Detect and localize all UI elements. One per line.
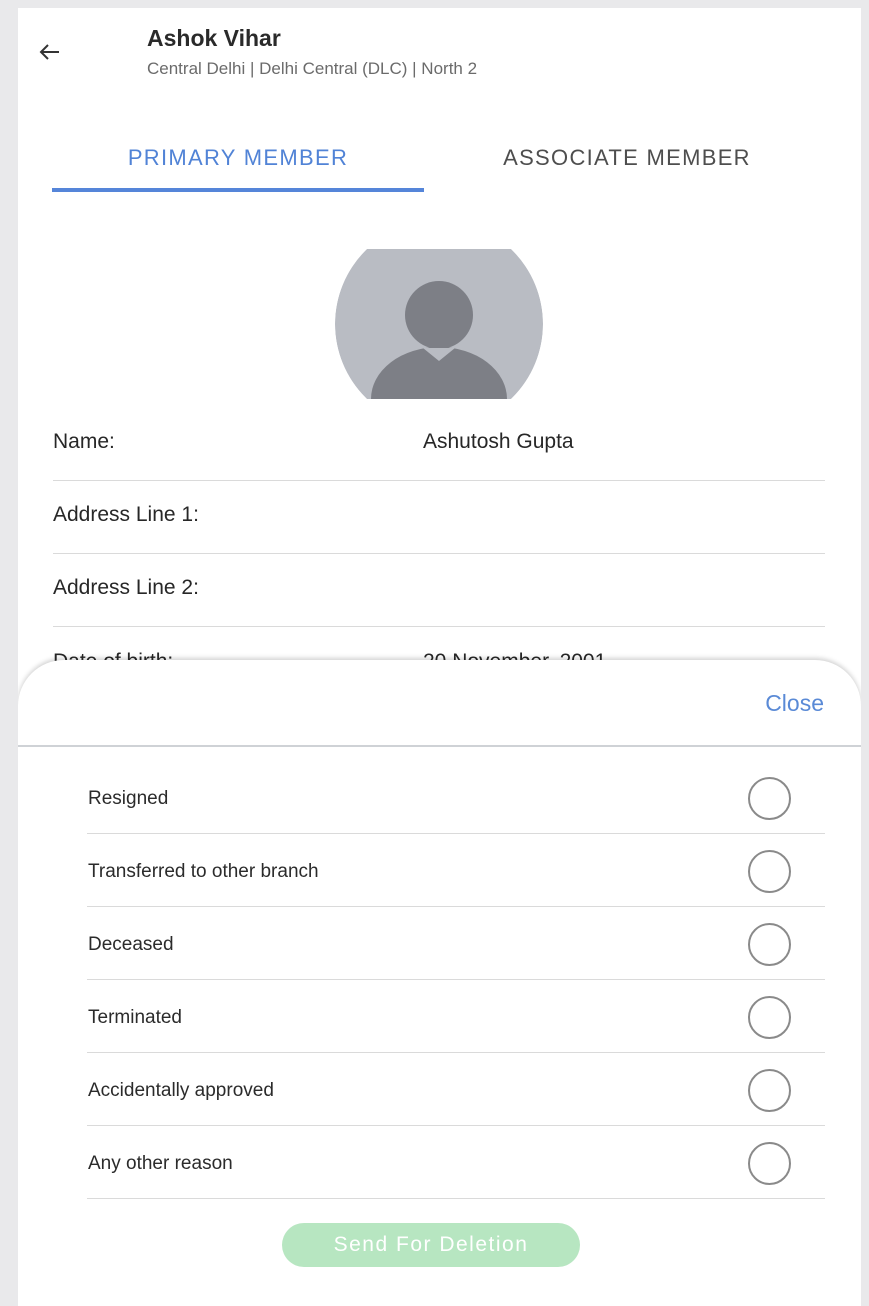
radio-button[interactable] [748,777,791,820]
option-label: Deceased [88,934,174,955]
active-tab-indicator [52,188,424,192]
address-line-1-row: Address Line 1: [53,481,825,554]
name-row: Name: Ashutosh Gupta [53,408,825,481]
radio-button[interactable] [748,1142,791,1185]
option-label: Resigned [88,788,169,809]
field-label: Address Line 1: [53,503,199,526]
reason-option-transferred[interactable]: Transferred to other branch [87,834,825,907]
page-subtitle: Central Delhi | Delhi Central (DLC) | No… [147,59,478,78]
page-title: Ashok Vihar [147,25,281,51]
tab-associate-member[interactable]: ASSOCIATE MEMBER [447,138,807,194]
field-value: Ashutosh Gupta [423,430,574,453]
radio-button[interactable] [748,1069,791,1112]
option-label: Any other reason [88,1153,233,1174]
option-label: Terminated [88,1007,182,1028]
deletion-reason-sheet: Close Resigned Transferred to other bran… [18,660,861,1306]
app-header: Ashok Vihar Central Delhi | Delhi Centra… [18,8,861,108]
radio-button[interactable] [748,923,791,966]
send-for-deletion-button[interactable]: Send For Deletion [282,1223,580,1267]
address-line-2-row: Address Line 2: [53,554,825,627]
reason-option-other[interactable]: Any other reason [87,1126,825,1199]
field-label: Address Line 2: [53,576,199,599]
avatar [335,249,543,399]
tab-primary-member[interactable]: PRIMARY MEMBER [52,138,424,194]
back-arrow-icon[interactable] [36,38,64,66]
reason-option-deceased[interactable]: Deceased [87,907,825,980]
reason-option-terminated[interactable]: Terminated [87,980,825,1053]
field-label: Name: [53,430,115,453]
reason-option-resigned[interactable]: Resigned [87,761,825,834]
radio-button[interactable] [748,996,791,1039]
member-tabs: PRIMARY MEMBER ASSOCIATE MEMBER [52,138,827,194]
option-label: Transferred to other branch [88,861,319,882]
radio-button[interactable] [748,850,791,893]
sheet-divider [18,745,861,747]
reason-option-accidentally-approved[interactable]: Accidentally approved [87,1053,825,1126]
option-label: Accidentally approved [88,1080,274,1101]
member-details-screen: Ashok Vihar Central Delhi | Delhi Centra… [18,8,861,1306]
close-button[interactable]: Close [765,690,824,717]
